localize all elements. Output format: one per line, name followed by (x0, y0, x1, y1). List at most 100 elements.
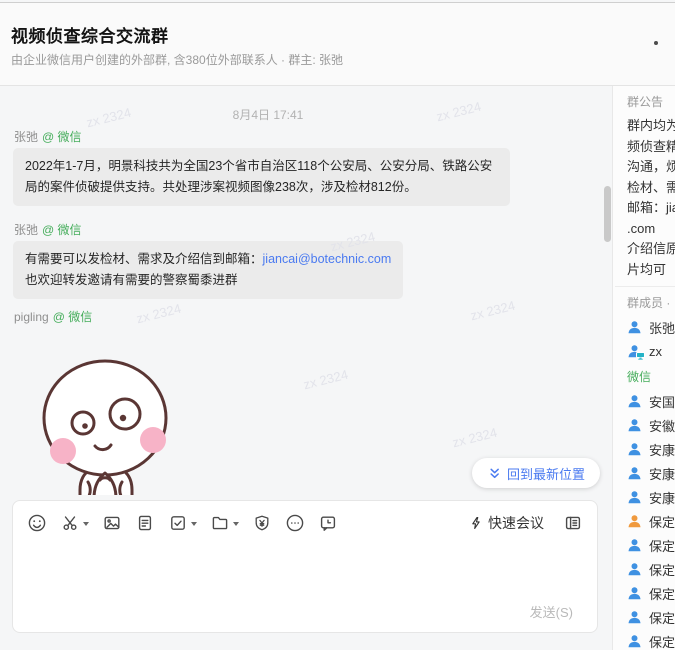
emoji-button[interactable] (27, 513, 47, 533)
send-file-button[interactable] (135, 513, 155, 533)
person-icon (627, 586, 642, 600)
dropdown-caret-icon (233, 522, 239, 529)
sender-source-tag: @ 微信 (42, 130, 82, 144)
member-name: 保定 (649, 632, 675, 650)
message-sender-row: 张弛 @ 微信 (14, 221, 82, 238)
member-name: 安康 (649, 488, 675, 507)
member-row[interactable]: 保定 (627, 509, 675, 533)
send-image-button[interactable] (102, 513, 122, 533)
person-icon (627, 634, 642, 648)
sender-name: 张弛 (14, 223, 38, 237)
more-tools-button[interactable] (285, 513, 305, 533)
more-menu-button[interactable] (654, 41, 658, 45)
watermark-text: zx 2324 (451, 425, 499, 451)
sender-name: 张弛 (14, 130, 38, 144)
email-link[interactable]: jiancai@botechnic.com (263, 252, 392, 266)
send-button[interactable]: 发送(S) (524, 601, 579, 622)
composer-panel: 快速会议 发送(S) (12, 500, 598, 633)
member-row[interactable]: 安徽 (627, 413, 675, 437)
member-row[interactable]: 安康 (627, 485, 675, 509)
quick-meeting-label: 快速会议 (488, 513, 544, 533)
note-icon (135, 513, 155, 533)
person-icon (627, 466, 642, 480)
member-name: 安康 (649, 440, 675, 459)
watermark-text: zx 2324 (135, 301, 183, 327)
member-row[interactable]: 安康 (627, 461, 675, 485)
member-name: 保定 (649, 584, 675, 603)
chat-header: 视频侦查综合交流群 由企业微信用户创建的外部群, 含380位外部联系人 · 群主… (0, 3, 675, 86)
member-name: 保定 (649, 608, 675, 627)
message-text: 有需要可以发检材、需求及介绍信到邮箱： (25, 252, 263, 266)
sender-name: pigling (14, 310, 49, 324)
member-name: 保定 (649, 512, 675, 531)
message-text: 也欢迎转发邀请有需要的警察蜀黍进群 (25, 270, 391, 291)
group-title: 视频侦查综合交流群 (11, 22, 169, 47)
member-row[interactable]: 张弛 (627, 315, 675, 339)
side-panel-toggle-button[interactable] (563, 513, 583, 533)
person-icon (627, 418, 642, 432)
section-divider (615, 286, 675, 287)
wecom-group-chat-window: 视频侦查综合交流群 由企业微信用户创建的外部群, 含380位外部联系人 · 群主… (0, 0, 675, 650)
chevron-double-down-icon (487, 466, 502, 481)
pc-login-badge-icon (636, 352, 645, 360)
composer-toolbar: 快速会议 (13, 501, 597, 545)
praying-sticker-image[interactable] (40, 356, 174, 495)
watermark-text: zx 2324 (469, 298, 517, 324)
chat-history-button[interactable] (318, 513, 338, 533)
screenshot-button[interactable] (60, 513, 89, 533)
announcement-text: 群内均为 频侦查精 沟通，烦 检材、需 邮箱：jia .com 介绍信原 片均可 (627, 116, 675, 280)
lightning-icon (468, 515, 484, 531)
back-to-latest-label: 回到最新位置 (507, 464, 585, 483)
more-ellipsis-icon (285, 513, 305, 533)
sender-source-tag: @ 微信 (53, 310, 93, 324)
member-row[interactable]: 保定 (627, 533, 675, 557)
member-row[interactable]: zx (627, 339, 675, 363)
group-info-sidebar: 群公告 群内均为 频侦查精 沟通，烦 检材、需 邮箱：jia .com 介绍信原… (613, 86, 675, 650)
members-title: 群成员 · (627, 294, 670, 311)
dropdown-caret-icon (83, 522, 89, 529)
chat-scrollbar[interactable] (604, 186, 611, 242)
person-pc-icon (627, 344, 642, 358)
person-icon (627, 490, 642, 504)
person-icon (627, 610, 642, 624)
emoji-icon (27, 513, 47, 533)
message-sender-row: 张弛 @ 微信 (14, 128, 82, 145)
member-row[interactable]: 安康 (627, 437, 675, 461)
folder-icon (210, 513, 230, 533)
member-row[interactable]: 保定 (627, 629, 675, 650)
member-row[interactable]: 保定 (627, 581, 675, 605)
member-row[interactable]: 安国 (627, 389, 675, 413)
date-separator: 8月4日 17:41 (0, 106, 536, 123)
todo-checkbox-icon (168, 513, 188, 533)
member-list: 张弛 zx 微信 安国 安徽 安康 安康 (627, 315, 675, 650)
person-icon (627, 442, 642, 456)
member-name: 安康 (649, 464, 675, 483)
member-row[interactable]: 保定 (627, 605, 675, 629)
announcement-title: 群公告 (627, 93, 663, 110)
side-panel-icon (563, 513, 583, 533)
person-icon (627, 514, 642, 528)
dropdown-caret-icon (191, 522, 197, 529)
message-bubble: 有需要可以发检材、需求及介绍信到邮箱：jiancai@botechnic.com… (13, 241, 403, 299)
back-to-latest-button[interactable]: 回到最新位置 (472, 458, 600, 488)
group-subtitle: 由企业微信用户创建的外部群, 含380位外部联系人 · 群主: 张弛 (11, 51, 343, 68)
person-icon (627, 320, 642, 334)
member-name: 安国 (649, 392, 675, 411)
message-input[interactable] (25, 547, 585, 598)
bubble-clock-icon (318, 513, 338, 533)
red-packet-button[interactable] (252, 513, 272, 533)
member-name: 保定 (649, 560, 675, 579)
image-icon (102, 513, 122, 533)
todo-button[interactable] (168, 513, 197, 533)
wechat-section-label: 微信 (627, 363, 675, 389)
quick-meeting-button[interactable]: 快速会议 (462, 512, 550, 534)
person-icon (627, 538, 642, 552)
member-name: 安徽 (649, 416, 675, 435)
message-bubble: 2022年1-7月，明景科技共为全国23个省市自治区118个公安局、公安分局、铁… (13, 148, 510, 206)
member-row[interactable]: 保定 (627, 557, 675, 581)
watermark-text: zx 2324 (302, 367, 350, 393)
folder-button[interactable] (210, 513, 239, 533)
sender-source-tag: @ 微信 (42, 223, 82, 237)
member-name: zx (649, 344, 662, 359)
message-sender-row: pigling @ 微信 (14, 308, 92, 325)
